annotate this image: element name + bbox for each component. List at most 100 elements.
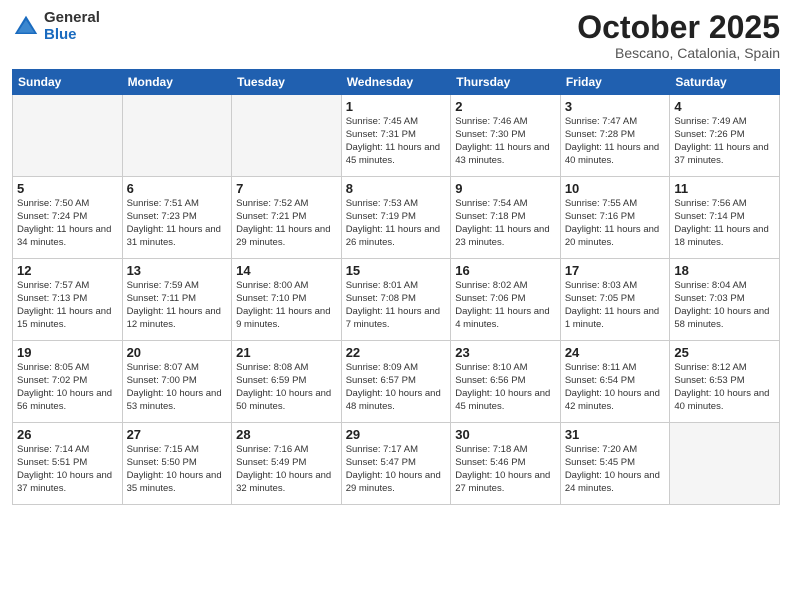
- calendar-week-row: 26 Sunrise: 7:14 AM Sunset: 5:51 PM Dayli…: [13, 423, 780, 505]
- day-number: 4: [674, 99, 775, 114]
- logo-text: General Blue: [44, 10, 100, 43]
- day-number: 14: [236, 263, 337, 278]
- day-info: Sunrise: 8:05 AM Sunset: 7:02 PM Dayligh…: [17, 362, 118, 413]
- weekday-header: Friday: [560, 70, 670, 95]
- day-info: Sunrise: 7:51 AM Sunset: 7:23 PM Dayligh…: [127, 198, 228, 249]
- weekday-header: Saturday: [670, 70, 780, 95]
- calendar-week-row: 19 Sunrise: 8:05 AM Sunset: 7:02 PM Dayli…: [13, 341, 780, 423]
- day-info: Sunrise: 8:00 AM Sunset: 7:10 PM Dayligh…: [236, 280, 337, 331]
- day-info: Sunrise: 7:57 AM Sunset: 7:13 PM Dayligh…: [17, 280, 118, 331]
- calendar-cell: 19 Sunrise: 8:05 AM Sunset: 7:02 PM Dayli…: [13, 341, 123, 423]
- calendar-cell: 25 Sunrise: 8:12 AM Sunset: 6:53 PM Dayli…: [670, 341, 780, 423]
- day-info: Sunrise: 8:01 AM Sunset: 7:08 PM Dayligh…: [346, 280, 447, 331]
- day-number: 17: [565, 263, 666, 278]
- calendar-cell: 28 Sunrise: 7:16 AM Sunset: 5:49 PM Dayli…: [232, 423, 342, 505]
- day-info: Sunrise: 8:10 AM Sunset: 6:56 PM Dayligh…: [455, 362, 556, 413]
- logo-general-text: General: [44, 10, 100, 27]
- day-info: Sunrise: 7:50 AM Sunset: 7:24 PM Dayligh…: [17, 198, 118, 249]
- day-number: 27: [127, 427, 228, 442]
- calendar-cell: 24 Sunrise: 8:11 AM Sunset: 6:54 PM Dayli…: [560, 341, 670, 423]
- page-container: General Blue October 2025 Bescano, Catal…: [0, 0, 792, 513]
- logo-icon: [12, 13, 40, 41]
- day-info: Sunrise: 7:45 AM Sunset: 7:31 PM Dayligh…: [346, 116, 447, 167]
- day-number: 5: [17, 181, 118, 196]
- calendar-cell: [13, 95, 123, 177]
- calendar-cell: 12 Sunrise: 7:57 AM Sunset: 7:13 PM Dayli…: [13, 259, 123, 341]
- day-number: 21: [236, 345, 337, 360]
- day-info: Sunrise: 7:49 AM Sunset: 7:26 PM Dayligh…: [674, 116, 775, 167]
- day-info: Sunrise: 7:16 AM Sunset: 5:49 PM Dayligh…: [236, 444, 337, 495]
- calendar-cell: 13 Sunrise: 7:59 AM Sunset: 7:11 PM Dayli…: [122, 259, 232, 341]
- calendar-cell: 30 Sunrise: 7:18 AM Sunset: 5:46 PM Dayli…: [451, 423, 561, 505]
- calendar-cell: 17Sunrise: 8:03 AM Sunset: 7:05 PM Dayli…: [560, 259, 670, 341]
- calendar-cell: 14 Sunrise: 8:00 AM Sunset: 7:10 PM Dayli…: [232, 259, 342, 341]
- day-number: 28: [236, 427, 337, 442]
- weekday-header-row: SundayMondayTuesdayWednesdayThursdayFrid…: [13, 70, 780, 95]
- calendar-cell: 31Sunrise: 7:20 AM Sunset: 5:45 PM Dayli…: [560, 423, 670, 505]
- day-number: 15: [346, 263, 447, 278]
- day-number: 26: [17, 427, 118, 442]
- calendar-cell: 20Sunrise: 8:07 AM Sunset: 7:00 PM Dayli…: [122, 341, 232, 423]
- day-number: 20: [127, 345, 228, 360]
- day-number: 11: [674, 181, 775, 196]
- day-number: 6: [127, 181, 228, 196]
- calendar-cell: 15 Sunrise: 8:01 AM Sunset: 7:08 PM Dayli…: [341, 259, 451, 341]
- day-number: 19: [17, 345, 118, 360]
- logo-blue-text: Blue: [44, 27, 100, 44]
- day-info: Sunrise: 7:46 AM Sunset: 7:30 PM Dayligh…: [455, 116, 556, 167]
- logo: General Blue: [12, 10, 100, 43]
- day-info: Sunrise: 8:08 AM Sunset: 6:59 PM Dayligh…: [236, 362, 337, 413]
- calendar-cell: 2Sunrise: 7:46 AM Sunset: 7:30 PM Daylig…: [451, 95, 561, 177]
- header: General Blue October 2025 Bescano, Catal…: [12, 10, 780, 61]
- calendar-cell: 29 Sunrise: 7:17 AM Sunset: 5:47 PM Dayli…: [341, 423, 451, 505]
- weekday-header: Thursday: [451, 70, 561, 95]
- day-info: Sunrise: 8:11 AM Sunset: 6:54 PM Dayligh…: [565, 362, 666, 413]
- location: Bescano, Catalonia, Spain: [577, 45, 780, 61]
- calendar-cell: 3 Sunrise: 7:47 AM Sunset: 7:28 PM Daylig…: [560, 95, 670, 177]
- day-number: 10: [565, 181, 666, 196]
- day-info: Sunrise: 7:56 AM Sunset: 7:14 PM Dayligh…: [674, 198, 775, 249]
- calendar-cell: 5 Sunrise: 7:50 AM Sunset: 7:24 PM Daylig…: [13, 177, 123, 259]
- calendar-cell: 27 Sunrise: 7:15 AM Sunset: 5:50 PM Dayli…: [122, 423, 232, 505]
- day-info: Sunrise: 7:18 AM Sunset: 5:46 PM Dayligh…: [455, 444, 556, 495]
- calendar: SundayMondayTuesdayWednesdayThursdayFrid…: [12, 69, 780, 505]
- calendar-cell: 18Sunrise: 8:04 AM Sunset: 7:03 PM Dayli…: [670, 259, 780, 341]
- weekday-header: Tuesday: [232, 70, 342, 95]
- day-number: 16: [455, 263, 556, 278]
- calendar-week-row: 5 Sunrise: 7:50 AM Sunset: 7:24 PM Daylig…: [13, 177, 780, 259]
- day-number: 9: [455, 181, 556, 196]
- day-number: 13: [127, 263, 228, 278]
- day-info: Sunrise: 8:12 AM Sunset: 6:53 PM Dayligh…: [674, 362, 775, 413]
- day-info: Sunrise: 7:17 AM Sunset: 5:47 PM Dayligh…: [346, 444, 447, 495]
- day-number: 25: [674, 345, 775, 360]
- day-number: 18: [674, 263, 775, 278]
- day-info: Sunrise: 7:20 AM Sunset: 5:45 PM Dayligh…: [565, 444, 666, 495]
- day-info: Sunrise: 7:59 AM Sunset: 7:11 PM Dayligh…: [127, 280, 228, 331]
- calendar-cell: 21 Sunrise: 8:08 AM Sunset: 6:59 PM Dayli…: [232, 341, 342, 423]
- day-info: Sunrise: 8:02 AM Sunset: 7:06 PM Dayligh…: [455, 280, 556, 331]
- day-number: 12: [17, 263, 118, 278]
- weekday-header: Wednesday: [341, 70, 451, 95]
- title-block: October 2025 Bescano, Catalonia, Spain: [577, 10, 780, 61]
- day-info: Sunrise: 8:09 AM Sunset: 6:57 PM Dayligh…: [346, 362, 447, 413]
- calendar-cell: 4 Sunrise: 7:49 AM Sunset: 7:26 PM Daylig…: [670, 95, 780, 177]
- day-number: 23: [455, 345, 556, 360]
- day-number: 30: [455, 427, 556, 442]
- day-number: 3: [565, 99, 666, 114]
- day-info: Sunrise: 7:47 AM Sunset: 7:28 PM Dayligh…: [565, 116, 666, 167]
- day-number: 24: [565, 345, 666, 360]
- day-number: 29: [346, 427, 447, 442]
- calendar-cell: 6 Sunrise: 7:51 AM Sunset: 7:23 PM Daylig…: [122, 177, 232, 259]
- day-info: Sunrise: 7:14 AM Sunset: 5:51 PM Dayligh…: [17, 444, 118, 495]
- weekday-header: Monday: [122, 70, 232, 95]
- calendar-week-row: 1Sunrise: 7:45 AM Sunset: 7:31 PM Daylig…: [13, 95, 780, 177]
- day-info: Sunrise: 7:15 AM Sunset: 5:50 PM Dayligh…: [127, 444, 228, 495]
- calendar-cell: 1Sunrise: 7:45 AM Sunset: 7:31 PM Daylig…: [341, 95, 451, 177]
- day-info: Sunrise: 7:52 AM Sunset: 7:21 PM Dayligh…: [236, 198, 337, 249]
- day-number: 8: [346, 181, 447, 196]
- calendar-cell: 23 Sunrise: 8:10 AM Sunset: 6:56 PM Dayli…: [451, 341, 561, 423]
- calendar-cell: 11 Sunrise: 7:56 AM Sunset: 7:14 PM Dayli…: [670, 177, 780, 259]
- calendar-cell: [122, 95, 232, 177]
- calendar-cell: [670, 423, 780, 505]
- calendar-cell: 7Sunrise: 7:52 AM Sunset: 7:21 PM Daylig…: [232, 177, 342, 259]
